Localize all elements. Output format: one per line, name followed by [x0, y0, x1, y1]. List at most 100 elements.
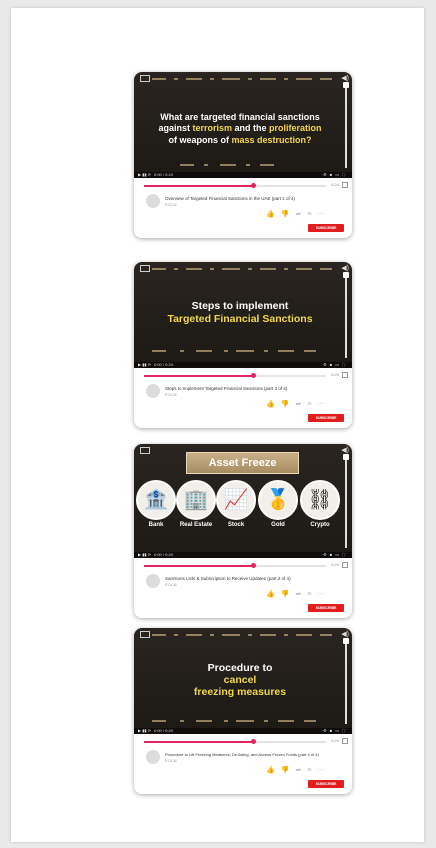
video-title[interactable]: Procedure to Lift Freezing Measures, De-… — [165, 752, 346, 757]
video-player[interactable]: Steps to implement Targeted Financial San… — [134, 262, 352, 368]
playlist-add-icon[interactable]: ≡ — [307, 211, 311, 218]
volume-slider[interactable] — [345, 272, 347, 358]
more-icon[interactable]: ⋯ — [317, 210, 324, 218]
headline-highlight: mass destruction? — [231, 134, 312, 145]
asset-label: Real Estate — [179, 522, 213, 528]
channel-name[interactable]: EOCN — [165, 392, 177, 397]
window-icon — [140, 447, 150, 454]
video-player[interactable]: Asset Freeze 🏦 Bank 🏢 Real Estate 📈 Stoc… — [134, 444, 352, 558]
more-icon[interactable]: ⋯ — [317, 400, 324, 408]
video-headline: Procedure to cancel freezing measures — [142, 662, 338, 698]
share-icon[interactable]: ➦ — [295, 210, 301, 218]
channel-avatar[interactable] — [146, 384, 160, 398]
channel-avatar[interactable] — [146, 750, 160, 764]
seek-bar-handle[interactable] — [251, 183, 257, 188]
headline-highlight: proliferation — [269, 123, 322, 134]
volume-slider-handle[interactable] — [343, 272, 349, 278]
stock-chart-icon: 📈 — [223, 489, 249, 511]
volume-icon[interactable]: ◀) — [341, 446, 349, 454]
volume-slider-handle[interactable] — [343, 82, 349, 88]
more-icon[interactable]: ⋯ — [317, 590, 324, 598]
share-icon[interactable]: ➦ — [295, 766, 301, 774]
thumbs-up-icon[interactable]: 👍 — [266, 766, 275, 774]
gold-bars-icon: 🥇 — [265, 489, 291, 511]
playlist-add-icon[interactable]: ≡ — [307, 767, 311, 774]
share-icon[interactable]: ➦ — [295, 590, 301, 598]
volume-slider[interactable] — [345, 454, 347, 548]
playlist-add-icon[interactable]: ≡ — [307, 401, 311, 408]
video-card-1[interactable]: What are targeted financial sanctions aga… — [134, 72, 352, 238]
video-title[interactable]: Overview of Targeted Financial Sanctions… — [165, 196, 346, 201]
volume-slider[interactable] — [345, 82, 347, 168]
asset-label: Crypto — [310, 522, 330, 528]
video-actions: 👍 👎 ➦ ≡ ⋯ — [266, 210, 330, 218]
thumbs-down-icon[interactable]: 👎 — [281, 766, 290, 774]
duration: 0:24 — [331, 562, 339, 567]
decorative-dashes — [140, 78, 338, 81]
video-headline: Steps to implement Targeted Financial San… — [142, 300, 338, 326]
channel-avatar[interactable] — [146, 194, 160, 208]
fullscreen-icon[interactable] — [342, 372, 348, 378]
seek-bar[interactable] — [144, 373, 326, 378]
headline-highlight: cancel — [223, 674, 257, 687]
video-player[interactable]: Procedure to cancel freezing measures ◀) ▶… — [134, 628, 352, 734]
seek-bar-handle[interactable] — [251, 373, 257, 378]
volume-slider-handle[interactable] — [343, 638, 349, 644]
fullscreen-icon[interactable] — [342, 182, 348, 188]
seek-bar[interactable] — [144, 563, 326, 568]
thumbs-up-icon[interactable]: 👍 — [266, 400, 275, 408]
seek-bar-fill — [144, 185, 254, 187]
volume-slider[interactable] — [345, 638, 347, 724]
seek-bar[interactable] — [144, 183, 326, 188]
subscribe-button[interactable]: SUBSCRIBE — [308, 780, 344, 788]
asset-bank: 🏦 Bank — [136, 480, 176, 528]
volume-slider-handle[interactable] — [343, 454, 349, 460]
subscribe-button[interactable]: SUBSCRIBE — [308, 224, 344, 232]
headline-highlight: terrorism — [192, 123, 232, 134]
subscribe-button[interactable]: SUBSCRIBE — [308, 604, 344, 612]
seek-bar-fill — [144, 375, 254, 377]
video-actions: 👍 👎 ➦ ≡ ⋯ — [266, 590, 330, 598]
channel-name[interactable]: EOCN — [165, 202, 177, 207]
seek-bar[interactable] — [144, 739, 326, 744]
channel-name[interactable]: EOCN — [165, 758, 177, 763]
thumbs-down-icon[interactable]: 👎 — [281, 590, 290, 598]
subscribe-button[interactable]: SUBSCRIBE — [308, 414, 344, 422]
video-title[interactable]: Steps to Implement Targeted Financial Sa… — [165, 386, 346, 391]
thumbs-down-icon[interactable]: 👎 — [281, 210, 290, 218]
video-player[interactable]: What are targeted financial sanctions aga… — [134, 72, 352, 178]
headline-text: Steps to implement — [191, 300, 289, 312]
channel-name[interactable]: EOCN — [165, 582, 177, 587]
fullscreen-icon[interactable] — [342, 738, 348, 744]
asset-crypto: ⛓ Crypto — [300, 480, 340, 528]
asset-freeze-banner: Asset Freeze — [186, 452, 299, 474]
video-card-2[interactable]: Steps to implement Targeted Financial San… — [134, 262, 352, 428]
crypto-network-icon: ⛓ — [307, 489, 333, 511]
volume-icon[interactable]: ◀) — [341, 264, 349, 272]
headline-highlight: freezing measures — [193, 686, 287, 699]
share-icon[interactable]: ➦ — [295, 400, 301, 408]
seek-bar-handle[interactable] — [251, 563, 257, 568]
decorative-dashes — [140, 164, 338, 167]
video-card-3[interactable]: Asset Freeze 🏦 Bank 🏢 Real Estate 📈 Stoc… — [134, 444, 352, 618]
volume-icon[interactable]: ◀) — [341, 630, 349, 638]
volume-icon[interactable]: ◀) — [341, 74, 349, 82]
asset-real-estate: 🏢 Real Estate — [176, 480, 216, 528]
thumbs-down-icon[interactable]: 👎 — [281, 400, 290, 408]
decorative-dashes — [140, 634, 338, 637]
more-icon[interactable]: ⋯ — [317, 766, 324, 774]
channel-avatar[interactable] — [146, 574, 160, 588]
asset-label: Bank — [148, 522, 164, 528]
headline-text: and the — [232, 123, 270, 134]
fullscreen-icon[interactable] — [342, 562, 348, 568]
video-title[interactable]: Sanctions Lists & Subscription to Receiv… — [165, 576, 346, 581]
thumbs-up-icon[interactable]: 👍 — [266, 210, 275, 218]
playlist-add-icon[interactable]: ≡ — [307, 591, 311, 598]
asset-label: Gold — [271, 522, 285, 528]
headline-text: What are targeted financial sanctions — [160, 112, 320, 122]
video-actions: 👍 👎 ➦ ≡ ⋯ — [266, 400, 330, 408]
video-card-4[interactable]: Procedure to cancel freezing measures ◀) ▶… — [134, 628, 352, 794]
bank-icon: 🏦 — [143, 489, 169, 511]
seek-bar-handle[interactable] — [251, 739, 257, 744]
thumbs-up-icon[interactable]: 👍 — [266, 590, 275, 598]
